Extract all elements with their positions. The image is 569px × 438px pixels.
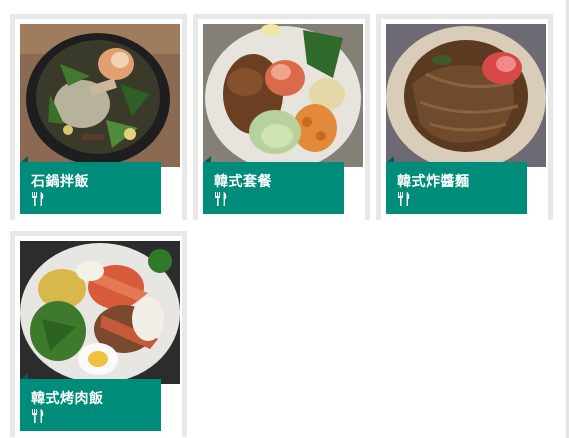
dish-photo[interactable]	[20, 241, 180, 384]
menu-card-bibimbap[interactable]: 石鍋拌飯	[10, 14, 187, 220]
utensils-icon	[215, 192, 227, 206]
menu-card-body: 韓式炸醬麵	[381, 19, 548, 220]
dish-photo-korean-bbq-rice	[20, 241, 180, 384]
menu-card-body: 韓式烤肉飯	[15, 236, 182, 437]
dish-name: 韓式烤肉飯	[31, 391, 104, 407]
dish-photo-jajangmyeon	[386, 24, 546, 167]
dish-photo-stone-pot-bibimbap	[20, 24, 180, 167]
utensils-icon	[32, 192, 44, 206]
dish-label[interactable]: 韓式炸醬麵	[386, 162, 527, 214]
menu-card-bbq-rice[interactable]: 韓式烤肉飯	[10, 231, 187, 437]
menu-card-body: 韓式套餐	[198, 19, 365, 220]
menu-grid: 石鍋拌飯 韓式套餐 韓式炸醬麵 韓式烤肉飯	[0, 0, 569, 438]
dish-name: 韓式套餐	[214, 174, 272, 190]
dish-label[interactable]: 石鍋拌飯	[20, 162, 161, 214]
dish-photo[interactable]	[386, 24, 546, 167]
dish-label[interactable]: 韓式烤肉飯	[20, 379, 161, 431]
dish-label[interactable]: 韓式套餐	[203, 162, 344, 214]
utensils-icon	[398, 192, 410, 206]
dish-name: 韓式炸醬麵	[397, 174, 470, 190]
dish-photo[interactable]	[203, 24, 363, 167]
menu-card-jajangmyeon[interactable]: 韓式炸醬麵	[376, 14, 553, 220]
menu-card-korean-set-meal[interactable]: 韓式套餐	[193, 14, 370, 220]
dish-photo-korean-set-meal	[203, 24, 363, 167]
utensils-icon	[32, 409, 44, 423]
dish-name: 石鍋拌飯	[31, 174, 89, 190]
menu-card-body: 石鍋拌飯	[15, 19, 182, 220]
dish-photo[interactable]	[20, 24, 180, 167]
